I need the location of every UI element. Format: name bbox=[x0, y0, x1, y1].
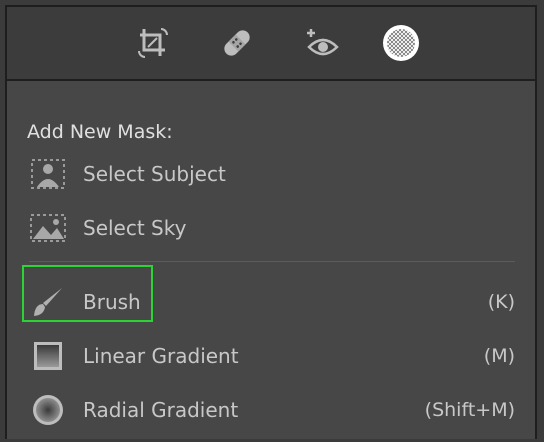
menu-divider bbox=[29, 261, 515, 262]
add-mask-panel: Add New Mask: Select Subject Select Sky … bbox=[7, 81, 535, 439]
radial-gradient-item[interactable]: Radial Gradient (Shift+M) bbox=[29, 390, 515, 430]
crop-icon bbox=[138, 28, 168, 58]
select-subject-icon bbox=[29, 157, 67, 191]
menu-item-shortcut: (Shift+M) bbox=[424, 399, 515, 421]
linear-gradient-icon bbox=[29, 339, 67, 373]
menu-item-label: Select Sky bbox=[83, 216, 187, 240]
select-subject-item[interactable]: Select Subject bbox=[29, 154, 515, 194]
healing-tool-button[interactable] bbox=[217, 23, 257, 63]
menu-item-label: Radial Gradient bbox=[83, 398, 239, 422]
red-eye-tool-button[interactable] bbox=[303, 23, 343, 63]
masking-icon bbox=[383, 25, 419, 61]
brush-highlight-box bbox=[22, 265, 153, 322]
radial-gradient-icon bbox=[29, 393, 67, 427]
menu-item-shortcut: (M) bbox=[483, 345, 515, 367]
select-sky-item[interactable]: Select Sky bbox=[29, 208, 515, 248]
menu-item-label: Linear Gradient bbox=[83, 344, 239, 368]
tool-strip bbox=[7, 7, 535, 81]
masking-tool-button[interactable] bbox=[381, 23, 421, 63]
menu-item-label: Select Subject bbox=[83, 162, 226, 186]
crop-tool-button[interactable] bbox=[133, 23, 173, 63]
masking-panel-frame: Add New Mask: Select Subject Select Sky … bbox=[5, 5, 537, 439]
menu-item-shortcut: (K) bbox=[487, 291, 515, 313]
select-sky-icon bbox=[29, 211, 67, 245]
linear-gradient-item[interactable]: Linear Gradient (M) bbox=[29, 336, 515, 376]
healing-icon bbox=[224, 30, 250, 56]
red-eye-icon bbox=[307, 29, 339, 56]
panel-title: Add New Mask: bbox=[27, 121, 173, 143]
